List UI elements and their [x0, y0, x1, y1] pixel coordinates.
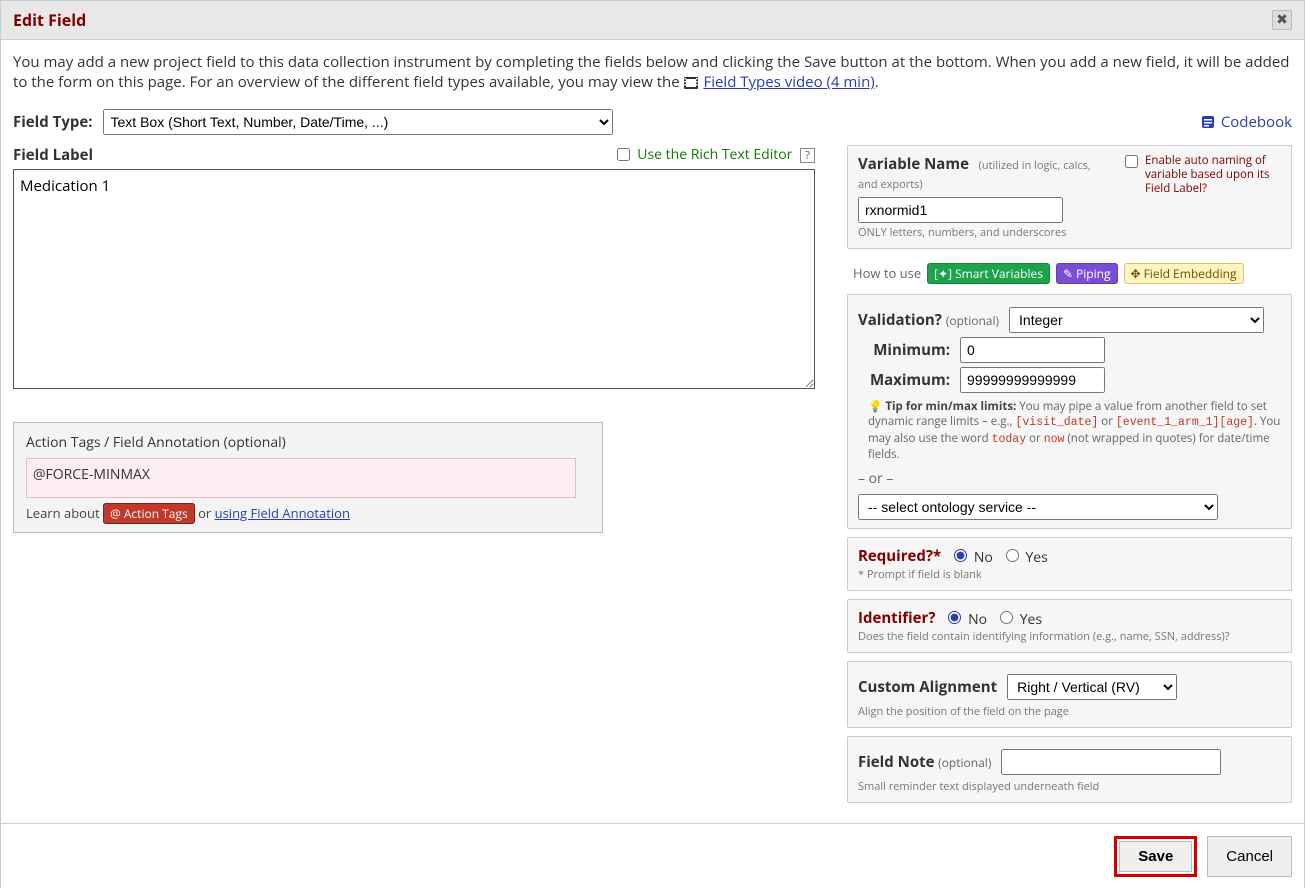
minimum-label: Minimum:: [868, 340, 950, 360]
edit-field-dialog: Edit Field ✖ You may add a new project f…: [0, 0, 1305, 888]
codebook-icon: [1201, 115, 1215, 129]
action-tags-sep: /: [104, 433, 109, 452]
close-icon[interactable]: ✖: [1272, 10, 1292, 30]
action-tags-badge[interactable]: @ Action Tags: [103, 503, 195, 524]
field-label-title: Field Label: [13, 145, 93, 165]
codebook-link[interactable]: Codebook: [1201, 112, 1292, 132]
maximum-label: Maximum:: [868, 370, 950, 390]
field-annotation-link[interactable]: using Field Annotation: [215, 504, 350, 522]
variable-name-label: Variable Name: [858, 154, 969, 174]
minmax-tip: 💡 Tip for min/max limits: You may pipe a…: [858, 399, 1281, 463]
action-tags-title: Action Tags: [26, 433, 101, 452]
minimum-input[interactable]: [960, 337, 1105, 363]
left-column: Field Label Use the Rich Text Editor ? M…: [13, 145, 815, 533]
dialog-body: You may add a new project field to this …: [1, 40, 1304, 823]
dialog-buttonpane: Save Cancel: [1, 823, 1304, 888]
required-yes-radio[interactable]: [1006, 549, 1019, 562]
columns: Field Label Use the Rich Text Editor ? M…: [13, 145, 1292, 811]
validation-label: Validation? (optional): [858, 310, 999, 330]
how-to-text: How to use: [853, 264, 921, 282]
how-to-row: How to use [✦]Smart Variables ✎Piping ✥F…: [847, 257, 1292, 290]
field-types-video-link[interactable]: Field Types video (4 min): [703, 72, 874, 92]
identifier-desc: Does the field contain identifying infor…: [858, 629, 1281, 644]
intro-text: You may add a new project field to this …: [13, 52, 1292, 95]
rich-text-checkbox[interactable]: [617, 148, 630, 161]
intro-part1: You may add a new project field to this …: [13, 52, 1289, 92]
field-annotation-title: Field Annotation: [113, 433, 220, 452]
required-prompt: * Prompt if field is blank: [858, 567, 1281, 582]
field-note-optional: (optional): [938, 754, 991, 771]
required-yes-label[interactable]: Yes: [1001, 546, 1048, 567]
smart-variables-badge[interactable]: [✦]Smart Variables: [927, 263, 1050, 284]
wand-icon: ✎: [1063, 265, 1073, 282]
identifier-no-radio[interactable]: [948, 611, 961, 624]
piping-badge[interactable]: ✎Piping: [1056, 263, 1118, 284]
cancel-button[interactable]: Cancel: [1207, 836, 1292, 877]
auto-naming-label[interactable]: Enable auto naming of variable based upo…: [1121, 154, 1281, 197]
identifier-no-label[interactable]: No: [943, 608, 987, 629]
maximum-input[interactable]: [960, 367, 1105, 393]
validation-panel: Validation? (optional) Integer Minimum: …: [847, 294, 1292, 529]
variable-name-input[interactable]: [858, 197, 1063, 223]
video-icon: [684, 74, 698, 94]
required-panel: Required?* No Yes * Prompt if field is b…: [847, 537, 1292, 591]
action-tags-input[interactable]: @FORCE-MINMAX: [26, 458, 576, 498]
alignment-label: Custom Alignment: [858, 677, 997, 697]
dialog-titlebar: Edit Field ✖: [1, 1, 1304, 40]
field-embedding-badge[interactable]: ✥Field Embedding: [1124, 263, 1244, 284]
save-button[interactable]: Save: [1119, 841, 1192, 872]
field-type-select[interactable]: Text Box (Short Text, Number, Date/Time,…: [103, 109, 613, 135]
identifier-yes-label[interactable]: Yes: [995, 608, 1042, 629]
bolt-icon: [✦]: [934, 265, 952, 282]
variable-name-rule: ONLY letters, numbers, and underscores: [858, 225, 1111, 240]
move-icon: ✥: [1131, 265, 1141, 282]
learn-about-text: Learn about: [26, 504, 100, 522]
required-no-label[interactable]: No: [949, 546, 993, 567]
field-note-label: Field Note: [858, 752, 935, 772]
identifier-panel: Identifier? No Yes Does the field contai…: [847, 599, 1292, 653]
identifier-yes-radio[interactable]: [1000, 611, 1013, 624]
required-label: Required?*: [858, 546, 941, 566]
rich-text-toggle-label[interactable]: Use the Rich Text Editor: [613, 145, 796, 164]
intro-part2: .: [875, 72, 879, 92]
or-separator: – or –: [858, 469, 1281, 488]
alignment-desc: Align the position of the field on the p…: [858, 704, 1281, 719]
lightbulb-icon: 💡: [868, 399, 882, 414]
learn-or: or: [198, 504, 211, 522]
right-column: Variable Name (utilized in logic, calcs,…: [847, 145, 1292, 811]
required-no-radio[interactable]: [954, 549, 967, 562]
identifier-label: Identifier?: [858, 608, 935, 628]
variable-name-panel: Variable Name (utilized in logic, calcs,…: [847, 145, 1292, 249]
alignment-select[interactable]: Right / Vertical (RV): [1007, 674, 1177, 700]
auto-naming-checkbox[interactable]: [1125, 155, 1138, 168]
action-tags-optional: (optional): [224, 433, 286, 452]
field-note-panel: Field Note (optional) Small reminder tex…: [847, 736, 1292, 803]
validation-select[interactable]: Integer: [1009, 307, 1264, 333]
field-label-textarea[interactable]: Medication 1: [13, 169, 815, 389]
field-note-input[interactable]: [1001, 749, 1221, 775]
save-highlight: Save: [1114, 836, 1197, 877]
ontology-select[interactable]: -- select ontology service --: [858, 494, 1218, 520]
dialog-title: Edit Field: [13, 9, 86, 31]
field-type-label: Field Type:: [13, 112, 93, 132]
field-type-row: Field Type: Text Box (Short Text, Number…: [13, 109, 1292, 135]
help-icon[interactable]: ?: [800, 148, 815, 163]
action-tags-panel: Action Tags / Field Annotation (optional…: [13, 422, 603, 533]
alignment-panel: Custom Alignment Right / Vertical (RV) A…: [847, 661, 1292, 728]
field-note-desc: Small reminder text displayed underneath…: [858, 779, 1281, 794]
